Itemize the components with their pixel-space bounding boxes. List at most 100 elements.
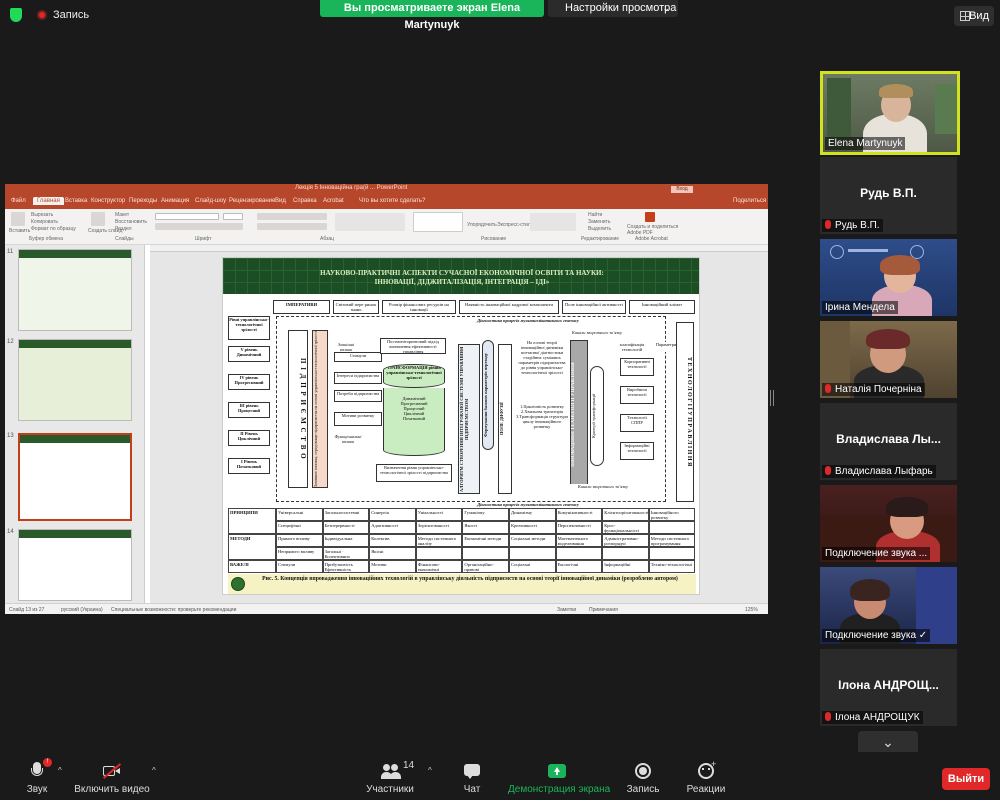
participant-tile[interactable]: Рудь В.П. Рудь В.П. (820, 157, 957, 234)
chat-button[interactable]: Чат (458, 752, 486, 800)
table-cell: Методи системного аналізу (415, 534, 463, 547)
motives-box: Мотиви розвитку (334, 412, 382, 426)
font-family-select[interactable] (155, 213, 219, 220)
table-row-label: МЕТОДИ (228, 534, 276, 560)
participants-icon: 14 (381, 760, 414, 780)
participant-tile[interactable]: Владислава Лы... Владислава Лыфарь (820, 403, 957, 480)
ppt-tab-animation[interactable]: Анимация (161, 198, 189, 204)
ppt-tab-review[interactable]: Рецензирование (229, 198, 275, 204)
slide-thumbnails-pane[interactable]: 11 12 13 14 (5, 245, 145, 603)
slide-thumbnail-selected[interactable] (18, 433, 132, 521)
defining-level-box: Визначення рівня управлінсько-технологіч… (376, 464, 452, 482)
font-size-select[interactable] (223, 213, 243, 220)
new-slide-icon[interactable] (91, 212, 105, 226)
ppt-tab-insert[interactable]: Вставка (65, 198, 87, 204)
paragraph-align-buttons[interactable] (257, 223, 327, 230)
share-screen-button[interactable]: Демонстрация экрана (508, 752, 611, 800)
participants-count: 14 (403, 760, 415, 771)
security-shield-icon[interactable] (10, 8, 22, 22)
table-cell: Економічні методи (462, 534, 509, 547)
concept-diagram: Рівні управлінсько-технологічної зрілост… (228, 316, 696, 508)
ribbon-format-painter[interactable]: Формат по образцу (31, 226, 76, 232)
ppt-tab-design[interactable]: Конструктор (91, 198, 125, 204)
participant-tile-active[interactable]: Elena Martynuyk (820, 71, 960, 155)
ribbon-paste[interactable]: Вставить (9, 228, 30, 234)
status-slide-count: Слайд 13 из 27 (9, 607, 45, 613)
diagnostics-top: Діагностика процесів мультиплікативного … (428, 318, 628, 324)
table-cell: Методи системного програмування (648, 534, 696, 547)
transformation-cylinder: Динамічний Прогресивний Процесний Цикліч… (383, 388, 445, 456)
ppt-tab-acrobat[interactable]: Acrobat (323, 198, 344, 204)
adobe-pdf-icon[interactable] (645, 212, 655, 222)
ribbon-replace[interactable]: Заменить (588, 219, 610, 225)
participants-options-caret[interactable]: ^ (428, 766, 432, 775)
ribbon-arrange[interactable]: Упорядочить (467, 222, 497, 228)
panel-resize-handle[interactable] (770, 390, 774, 406)
shapes-gallery[interactable] (413, 212, 463, 232)
ribbon-reset[interactable]: Восстановить (115, 219, 147, 225)
reactions-label: Реакции (686, 784, 726, 795)
ppt-tab-transitions[interactable]: Переходы (129, 198, 157, 204)
ppt-tab-slideshow[interactable]: Слайд-шоу (195, 198, 226, 204)
ribbon-create-pdf[interactable]: Создать и поделиться Adobe PDF (627, 224, 679, 236)
table-cell: Мотиви (369, 560, 416, 573)
tech-box: Виробничі технології (620, 386, 654, 404)
ribbon-select[interactable]: Выделить (588, 226, 611, 232)
record-button[interactable]: Запись (626, 752, 660, 800)
meeting-toolbar: ! Звук ^ Включить видео ^ 14 Участники ^… (0, 752, 1000, 800)
ribbon-copy[interactable]: Копировать (31, 219, 58, 225)
ppt-tab-view[interactable]: Вид (275, 198, 286, 204)
ribbon-find[interactable]: Найти (588, 212, 602, 218)
horizontal-ruler (150, 245, 768, 252)
status-zoom[interactable]: 125% (745, 607, 758, 613)
table-cell: Універсальні (276, 508, 323, 521)
ppt-sign-in-button[interactable]: Вход (671, 186, 693, 193)
thumb-number: 12 (7, 339, 14, 345)
view-settings-button[interactable]: Настройки просмотра ⌄ (548, 0, 678, 17)
recording-label: Запись (53, 9, 90, 21)
ppt-share-button[interactable]: Поделиться (733, 198, 766, 204)
ppt-tab-home[interactable]: Главная (33, 197, 64, 205)
microphone-icon: ! (28, 758, 52, 780)
status-accessibility[interactable]: Специальные возможности: проверьте реком… (111, 607, 236, 613)
table-cell: Зорієнтованості (415, 521, 463, 534)
audio-button[interactable]: ! Звук (20, 752, 54, 800)
management-tech-column: Т Е Х Н О Л О Г І Ї У П Р А В Л І Н Н Я (676, 322, 694, 502)
shape-format-buttons[interactable] (530, 213, 576, 231)
view-button[interactable]: Вид (954, 6, 994, 26)
slide-thumbnail[interactable] (18, 249, 132, 331)
status-comments[interactable]: Примечания (589, 607, 618, 613)
participant-tile[interactable]: Ірина Мендела (820, 239, 957, 316)
paste-icon[interactable] (11, 212, 25, 226)
current-slide[interactable]: НАУКОВО-ПРАКТИЧНІ АСПЕКТИ СУЧАСНОЇ ЕКОНО… (222, 257, 700, 595)
participant-tile[interactable]: Наталія Почерніна (820, 321, 957, 398)
video-options-caret[interactable]: ^ (152, 766, 156, 775)
status-notes[interactable]: Заметки (557, 607, 576, 613)
view-button-label: Вид (969, 10, 989, 22)
ribbon-layout[interactable]: Макет (115, 212, 129, 218)
environment-column: Зовнішнє інновац. середовище підприємств… (312, 330, 328, 488)
slide-thumbnail[interactable] (18, 339, 132, 421)
ribbon-section[interactable]: Раздел (115, 226, 132, 232)
share-screen-label: Демонстрация экрана (508, 784, 611, 795)
participant-tile[interactable]: Подключение звука ✓ (820, 567, 957, 644)
ppt-tab-help[interactable]: Справка (293, 198, 317, 204)
ppt-tell-me[interactable]: Что вы хотите сделать? (359, 198, 425, 204)
leave-meeting-button[interactable]: Выйти (942, 768, 990, 790)
participant-tile[interactable]: Ілона АНДРОЩ... Ілона АНДРОЩУК (820, 649, 957, 726)
ribbon-quick-styles[interactable]: Экспресс-стили (497, 222, 534, 228)
reactions-button[interactable]: + Реакции (686, 752, 726, 800)
start-video-button[interactable]: Включить видео (72, 752, 152, 800)
table-cell: Організаційно-правові (462, 560, 509, 573)
font-formatting-buttons[interactable] (155, 223, 243, 230)
audio-options-caret[interactable]: ^ (58, 766, 62, 775)
status-language[interactable]: русский (Украина) (61, 607, 103, 613)
text-direction-buttons[interactable] (335, 213, 405, 231)
participants-button[interactable]: 14 Участники (362, 752, 418, 800)
ppt-tab-file[interactable]: Файл (11, 198, 26, 204)
ribbon-cut[interactable]: Вырезать (31, 212, 53, 218)
slide-thumbnail[interactable] (18, 529, 132, 601)
table-cell (602, 547, 649, 560)
paragraph-list-buttons[interactable] (257, 213, 327, 220)
participant-tile[interactable]: Подключение звука ... (820, 485, 957, 562)
